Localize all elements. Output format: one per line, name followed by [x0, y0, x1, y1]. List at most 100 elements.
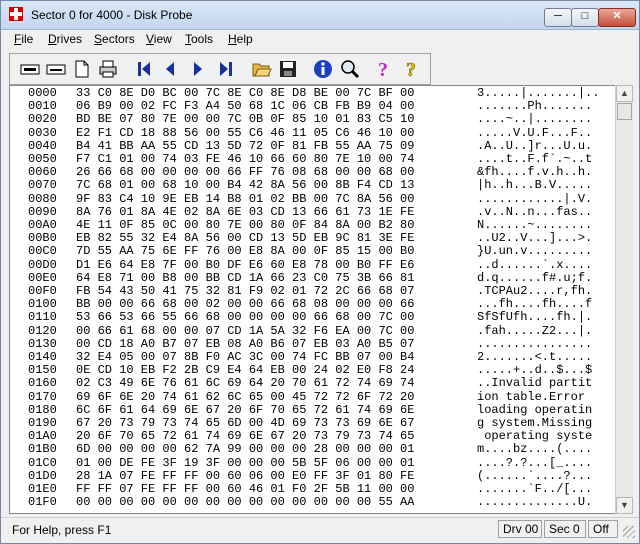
- hex-row-offset: 0070: [28, 178, 57, 193]
- hex-row-ascii: .v..N..n...fas..: [477, 204, 593, 219]
- read-sector-button[interactable]: [18, 57, 42, 81]
- maximize-button[interactable]: □: [571, 8, 599, 27]
- menu-view[interactable]: View: [146, 32, 172, 46]
- hex-row-offset: 0010: [28, 99, 57, 114]
- menu-help[interactable]: Help: [228, 32, 253, 46]
- hex-row-bytes: 9F 83 C4 10 9E EB 14 B8 01 02 BB 00 7C 8…: [76, 191, 415, 206]
- app-icon: [9, 7, 23, 21]
- hex-row-ascii: ...fh....fh....f: [477, 297, 593, 312]
- open-folder-icon: [252, 63, 272, 77]
- hex-row-ascii: ....~..|........: [477, 112, 593, 127]
- hex-row-offset: 00F0: [28, 284, 57, 298]
- open-document-icon: [75, 60, 89, 78]
- hex-row-bytes: 00 00 00 00 00 00 00 00 00 00 00 00 00 0…: [76, 495, 415, 510]
- status-bar: For Help, press F1 Drv 00 Sec 0 Off: [1, 517, 639, 542]
- hex-row-ascii: ....?.?...[_....: [477, 455, 593, 470]
- hex-row-ascii: ....t..F.f`.~..t: [477, 152, 593, 166]
- svg-text:?: ?: [406, 59, 416, 80]
- hex-row-ascii: (......`....?...: [477, 468, 593, 483]
- hex-row-bytes: EB 82 55 32 E4 8A 56 00 CD 13 5D EB 9C 8…: [76, 231, 415, 246]
- hex-row-ascii: .A..U..]r...U.u.: [477, 138, 593, 153]
- find-button[interactable]: [338, 57, 362, 81]
- hex-row-bytes: 4E 11 0F 85 0C 00 80 7E 00 80 0F 84 8A 0…: [76, 218, 415, 232]
- hex-row-ascii: 3.....|.......|..: [477, 86, 600, 100]
- resize-grip[interactable]: [623, 526, 635, 538]
- hex-row-bytes: 64 E8 71 00 B8 00 BB CD 1A 66 23 C0 75 3…: [76, 270, 415, 285]
- hex-row-offset: 0190: [28, 416, 57, 430]
- hex-row-bytes: B4 41 BB AA 55 CD 13 5D 72 0F 81 FB 55 A…: [76, 138, 415, 153]
- hex-row-bytes: F7 C1 01 00 74 03 FE 46 10 66 60 80 7E 1…: [76, 152, 415, 166]
- hex-row-offset: 00A0: [28, 218, 57, 232]
- print-icon: [99, 60, 117, 78]
- hex-row-bytes: 33 C0 8E D0 BC 00 7C 8E C0 8E D8 BE 00 7…: [76, 86, 415, 100]
- last-sector-button[interactable]: [214, 57, 238, 81]
- minimize-button[interactable]: ─: [544, 8, 572, 27]
- hex-row-offset: 0170: [28, 389, 57, 404]
- hex-row-bytes: D1 E6 64 E8 7F 00 B0 DF E6 60 E8 78 00 B…: [76, 257, 415, 272]
- hex-row-bytes: BD BE 07 80 7E 00 00 7C 0B 0F 85 10 01 8…: [76, 112, 415, 127]
- hex-row-ascii: ..U2..V...]...>.: [477, 231, 593, 246]
- hex-row-bytes: 69 6F 6E 20 74 61 62 6C 65 00 45 72 72 6…: [76, 389, 415, 404]
- hex-row-ascii: .......`F../[...: [477, 482, 593, 496]
- print-button[interactable]: [96, 57, 120, 81]
- help-icon: ?: [378, 59, 388, 80]
- write-sector-button[interactable]: [44, 57, 68, 81]
- hex-row-ascii: 2.......<.t.....: [477, 350, 593, 364]
- previous-sector-icon: [166, 62, 174, 76]
- menu-sectors[interactable]: Sectors: [94, 32, 135, 46]
- title-bar[interactable]: Sector 0 for 4000 - Disk Probe ─ □ ✕: [1, 1, 639, 30]
- scroll-thumb[interactable]: [617, 103, 632, 120]
- hex-row-bytes: 6C 6F 61 64 69 6E 67 20 6F 70 65 72 61 7…: [76, 402, 415, 417]
- hex-row-bytes: 02 C3 49 6E 76 61 6C 69 64 20 70 61 72 7…: [76, 376, 415, 391]
- hex-row-bytes: 0E CD 10 EB F2 2B C9 E4 64 EB 00 24 02 E…: [76, 363, 415, 378]
- hex-row-bytes: 28 1A 07 FE FF FF 00 60 06 00 E0 FF 3F 0…: [76, 468, 415, 483]
- help-button[interactable]: ?: [372, 57, 396, 81]
- menu-drives[interactable]: Drives: [48, 32, 82, 46]
- hex-row-ascii: ............|.V.: [477, 191, 593, 206]
- hex-row-ascii: }U.un.v.........: [477, 244, 593, 259]
- hex-row-bytes: BB 00 00 66 68 00 02 00 00 66 68 08 00 0…: [76, 297, 415, 312]
- hex-row-bytes: 20 6F 70 65 72 61 74 69 6E 67 20 73 79 7…: [76, 429, 415, 444]
- hex-row-bytes: 6D 00 00 00 00 62 7A 99 00 00 00 28 00 0…: [76, 442, 415, 457]
- hex-row-offset: 0090: [28, 204, 57, 219]
- context-help-button[interactable]: ?: [400, 57, 424, 81]
- hex-row-ascii: loading operatin: [477, 402, 593, 417]
- scroll-up-button[interactable]: ▲: [616, 85, 633, 102]
- hex-row-offset: 01F0: [28, 495, 57, 510]
- hex-row-ascii: .....+..d..$...$: [477, 363, 593, 378]
- hex-row-ascii: .TCPAu2....r,fh.: [477, 284, 593, 298]
- open-folder-button[interactable]: [250, 57, 274, 81]
- vertical-scrollbar[interactable]: ▲ ▼: [615, 85, 633, 514]
- write-sector-icon: [46, 64, 66, 75]
- hex-row-ascii: ..d......`.x....: [477, 257, 593, 272]
- hex-row-bytes: 67 20 73 79 73 74 65 6D 00 4D 69 73 73 6…: [76, 416, 415, 430]
- hex-row-ascii: .....V.U.F...F..: [477, 125, 593, 140]
- scroll-down-button[interactable]: ▼: [616, 497, 633, 514]
- first-sector-button[interactable]: [132, 57, 156, 81]
- next-sector-icon: [194, 62, 202, 76]
- next-sector-button[interactable]: [186, 57, 210, 81]
- hex-row-ascii: |h..h...B.V.....: [477, 178, 593, 193]
- hex-row-offset: 00E0: [28, 270, 57, 285]
- menu-tools[interactable]: Tools: [185, 32, 213, 46]
- open-document-button[interactable]: [70, 57, 94, 81]
- svg-text:?: ?: [378, 59, 388, 80]
- hex-row-bytes: 7C 68 01 00 68 10 00 B4 42 8A 56 00 8B F…: [76, 178, 415, 193]
- info-button[interactable]: [311, 57, 335, 81]
- hex-row-offset: 01E0: [28, 482, 57, 496]
- context-help-icon: ?: [406, 59, 417, 80]
- last-sector-icon: [220, 62, 232, 76]
- hex-row-offset: 0160: [28, 376, 57, 391]
- hex-row-bytes: FB 54 43 50 41 75 32 81 F9 02 01 72 2C 6…: [76, 284, 415, 298]
- close-button[interactable]: ✕: [598, 8, 636, 27]
- read-sector-icon: [20, 64, 40, 75]
- menu-file[interactable]: File: [14, 32, 33, 46]
- previous-sector-button[interactable]: [158, 57, 182, 81]
- hex-row-offset: 00B0: [28, 231, 57, 246]
- status-drive: Drv 00: [498, 520, 542, 538]
- hex-row-ascii: ion table.Error: [477, 389, 593, 404]
- info-icon: [314, 60, 332, 78]
- hex-view[interactable]: 0000 33 C0 8E D0 BC 00 7C 8E C0 8E D8 BE …: [9, 85, 617, 514]
- first-sector-icon: [138, 62, 150, 76]
- save-button[interactable]: [276, 57, 300, 81]
